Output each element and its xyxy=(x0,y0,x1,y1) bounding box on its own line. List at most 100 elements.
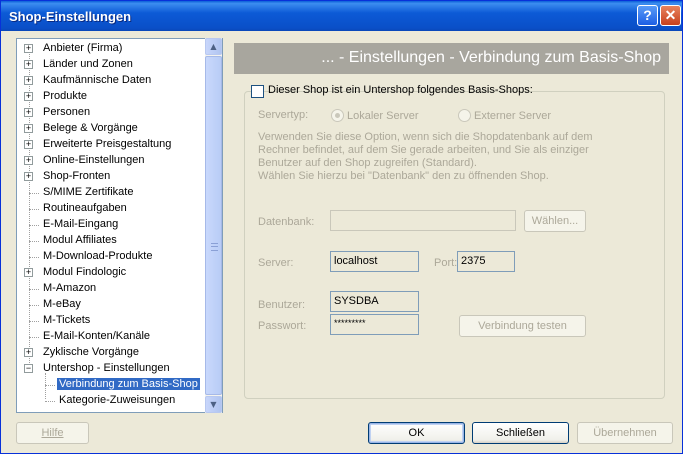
tree-item[interactable]: M-Download-Produkte xyxy=(17,249,205,265)
tree-connector xyxy=(29,289,39,290)
scrollbar-thumb[interactable] xyxy=(205,56,222,395)
window-title: Shop-Einstellungen xyxy=(9,9,132,24)
tree-item[interactable]: + Produkte xyxy=(17,89,205,105)
expand-icon[interactable]: + xyxy=(24,268,33,277)
tree-item-label: Belege & Vorgänge xyxy=(43,122,138,134)
expand-icon[interactable]: + xyxy=(24,172,33,181)
expand-icon[interactable]: + xyxy=(24,156,33,165)
tree-item-label: Produkte xyxy=(43,90,88,102)
tree-connector xyxy=(29,241,39,242)
tree-connector xyxy=(29,225,39,226)
tree-item-label: Anbieter (Firma) xyxy=(43,42,123,54)
description-line: Rechner befindet, auf dem Sie gerade arb… xyxy=(258,144,589,156)
tree-item[interactable]: + Online-Einstellungen xyxy=(17,153,205,169)
radio-external-server[interactable] xyxy=(458,109,471,122)
expand-icon[interactable]: + xyxy=(24,124,33,133)
tree-item-label: Modul Affiliates xyxy=(43,234,117,246)
tree-item[interactable]: M-eBay xyxy=(17,297,205,313)
radio-local-label: Lokaler Server xyxy=(347,110,419,122)
tree-item[interactable]: + Modul Findologic xyxy=(17,265,205,281)
radio-local-server[interactable] xyxy=(331,109,344,122)
help-button[interactable]: Hilfe xyxy=(16,422,89,444)
scroll-down-icon[interactable]: ▼ xyxy=(205,396,222,413)
tree-item-label: Routineaufgaben xyxy=(43,202,127,214)
untershop-checkbox[interactable] xyxy=(251,85,264,98)
untershop-checkbox-row[interactable]: Dieser Shop ist ein Untershop folgendes … xyxy=(251,83,533,99)
tree-item-label: Personen xyxy=(43,106,91,118)
tree-item[interactable]: E-Mail-Eingang xyxy=(17,217,205,233)
expand-icon[interactable]: + xyxy=(24,348,33,357)
tree-item-label: Kategorie-Zuweisungen xyxy=(59,394,176,406)
tree-connector xyxy=(29,337,39,338)
expand-icon[interactable]: + xyxy=(24,76,33,85)
tree-item[interactable]: + Kaufmännische Daten xyxy=(17,73,205,89)
tree-child-item[interactable]: Kategorie-Zuweisungen xyxy=(17,393,205,409)
tree-item-label: M-Tickets xyxy=(43,314,91,326)
scroll-up-icon[interactable]: ▲ xyxy=(205,38,222,55)
page-header: ... - Einstellungen - Verbindung zum Bas… xyxy=(234,43,669,74)
server-field[interactable]: localhost xyxy=(330,251,419,272)
expand-icon[interactable]: + xyxy=(24,44,33,53)
tree-item[interactable]: + Shop-Fronten xyxy=(17,169,205,185)
ok-button[interactable]: OK xyxy=(368,422,465,444)
tree-item[interactable]: + Personen xyxy=(17,105,205,121)
tree-connector xyxy=(29,257,39,258)
tree-item-label: Online-Einstellungen xyxy=(43,154,145,166)
passwort-label: Passwort: xyxy=(258,320,307,332)
tree-item-label: Untershop - Einstellungen xyxy=(43,362,170,374)
tree-item[interactable]: S/MIME Zertifikate xyxy=(17,185,205,201)
close-button[interactable]: Schließen xyxy=(472,422,569,444)
benutzer-label: Benutzer: xyxy=(258,299,306,311)
help-icon[interactable]: ? xyxy=(637,5,658,26)
title-bar[interactable]: Shop-Einstellungen ? ✕ xyxy=(1,1,682,31)
tree-item[interactable]: + Erweiterte Preisgestaltung xyxy=(17,137,205,153)
tree-connector xyxy=(45,401,55,402)
untershop-checkbox-label[interactable]: Dieser Shop ist ein Untershop folgendes … xyxy=(268,84,533,96)
datenbank-label: Datenbank: xyxy=(258,216,315,228)
waehlen-button[interactable]: Wählen... xyxy=(524,210,586,232)
expand-icon[interactable]: + xyxy=(24,60,33,69)
tree-item[interactable]: − Untershop - Einstellungen xyxy=(17,361,205,377)
settings-dialog: Shop-Einstellungen ? ✕ + Anbieter (Firma)… xyxy=(0,0,683,454)
radio-external-label: Externer Server xyxy=(474,110,552,122)
tree-child-item[interactable]: Verbindung zum Basis-Shop xyxy=(17,377,205,393)
expand-icon[interactable]: + xyxy=(24,140,33,149)
tree-item-label: Shop-Fronten xyxy=(43,170,111,182)
passwort-field[interactable]: ********* xyxy=(330,314,419,335)
tree-item-label: Kaufmännische Daten xyxy=(43,74,152,86)
description-line: Benutzer auf den Shop zugreifen (Standar… xyxy=(258,157,477,169)
tree-item-label: M-Download-Produkte xyxy=(43,250,153,262)
port-field[interactable]: 2375 xyxy=(457,251,515,272)
tree-item-label: Modul Findologic xyxy=(43,266,127,278)
tree-scrollbar[interactable]: ▲ ▼ xyxy=(205,38,222,413)
help-button-label: Hilfe xyxy=(41,427,64,439)
collapse-icon[interactable]: − xyxy=(24,364,33,373)
expand-icon[interactable]: + xyxy=(24,92,33,101)
tree-item[interactable]: M-Tickets xyxy=(17,313,205,329)
apply-button-label: Übernehmen xyxy=(593,427,657,439)
tree-item[interactable]: Routineaufgaben xyxy=(17,201,205,217)
datenbank-field[interactable] xyxy=(330,210,516,231)
tree-item[interactable]: E-Mail-Konten/Kanäle xyxy=(17,329,205,345)
apply-button[interactable]: Übernehmen xyxy=(577,422,673,444)
servertyp-label: Servertyp: xyxy=(258,109,309,121)
tree-item-label: M-eBay xyxy=(43,298,81,310)
tree-item[interactable]: M-Amazon xyxy=(17,281,205,297)
tree-connector xyxy=(29,193,39,194)
expand-icon[interactable]: + xyxy=(24,108,33,117)
tree-item-label: Verbindung zum Basis-Shop xyxy=(57,378,200,390)
tree-item[interactable]: Modul Affiliates xyxy=(17,233,205,249)
tree-item[interactable]: + Länder und Zonen xyxy=(17,57,205,73)
server-label: Server: xyxy=(258,257,294,269)
description-line: Verwenden Sie diese Option, wenn sich di… xyxy=(258,131,593,143)
benutzer-field[interactable]: SYSDBA xyxy=(330,291,419,312)
tree-item[interactable]: + Anbieter (Firma) xyxy=(17,41,205,57)
tree-item[interactable]: + Belege & Vorgänge xyxy=(17,121,205,137)
test-connection-button[interactable]: Verbindung testen xyxy=(459,315,586,337)
tree-item[interactable]: + Zyklische Vorgänge xyxy=(17,345,205,361)
close-icon[interactable]: ✕ xyxy=(660,5,681,26)
tree-connector xyxy=(29,321,39,322)
description-line: Wählen Sie hierzu bei "Datenbank" den zu… xyxy=(258,170,549,182)
tree-item-label: Länder und Zonen xyxy=(43,58,133,70)
settings-tree: + Anbieter (Firma) + Länder und Zonen + Kaufm… xyxy=(16,38,223,413)
